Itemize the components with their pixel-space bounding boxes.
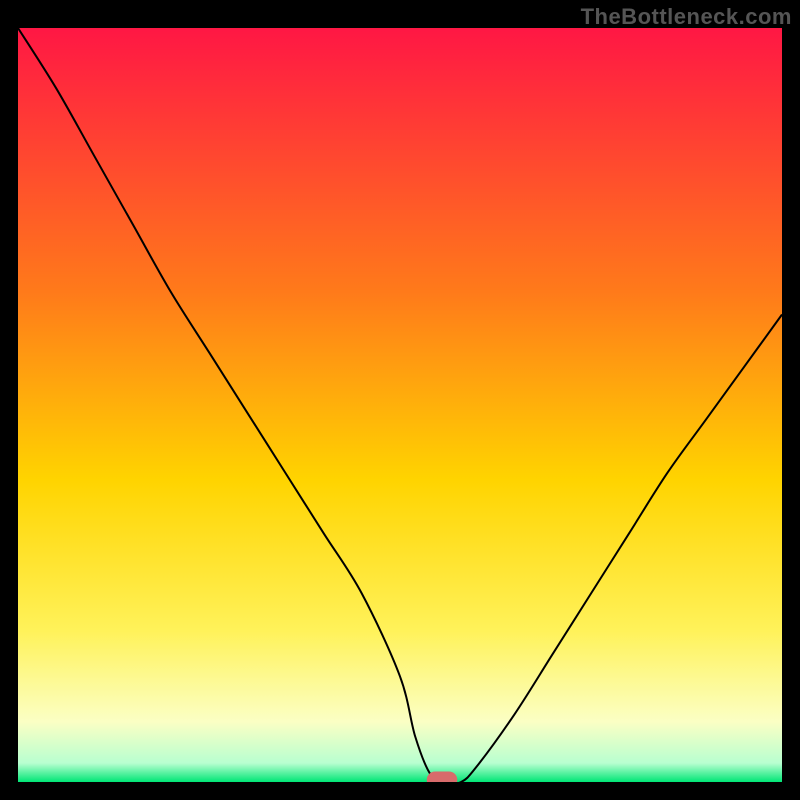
chart-frame: TheBottleneck.com <box>0 0 800 800</box>
gradient-background <box>18 28 782 782</box>
minimum-marker <box>427 771 458 782</box>
chart-svg <box>18 28 782 782</box>
attribution-label: TheBottleneck.com <box>581 4 792 30</box>
plot-area <box>18 28 782 782</box>
